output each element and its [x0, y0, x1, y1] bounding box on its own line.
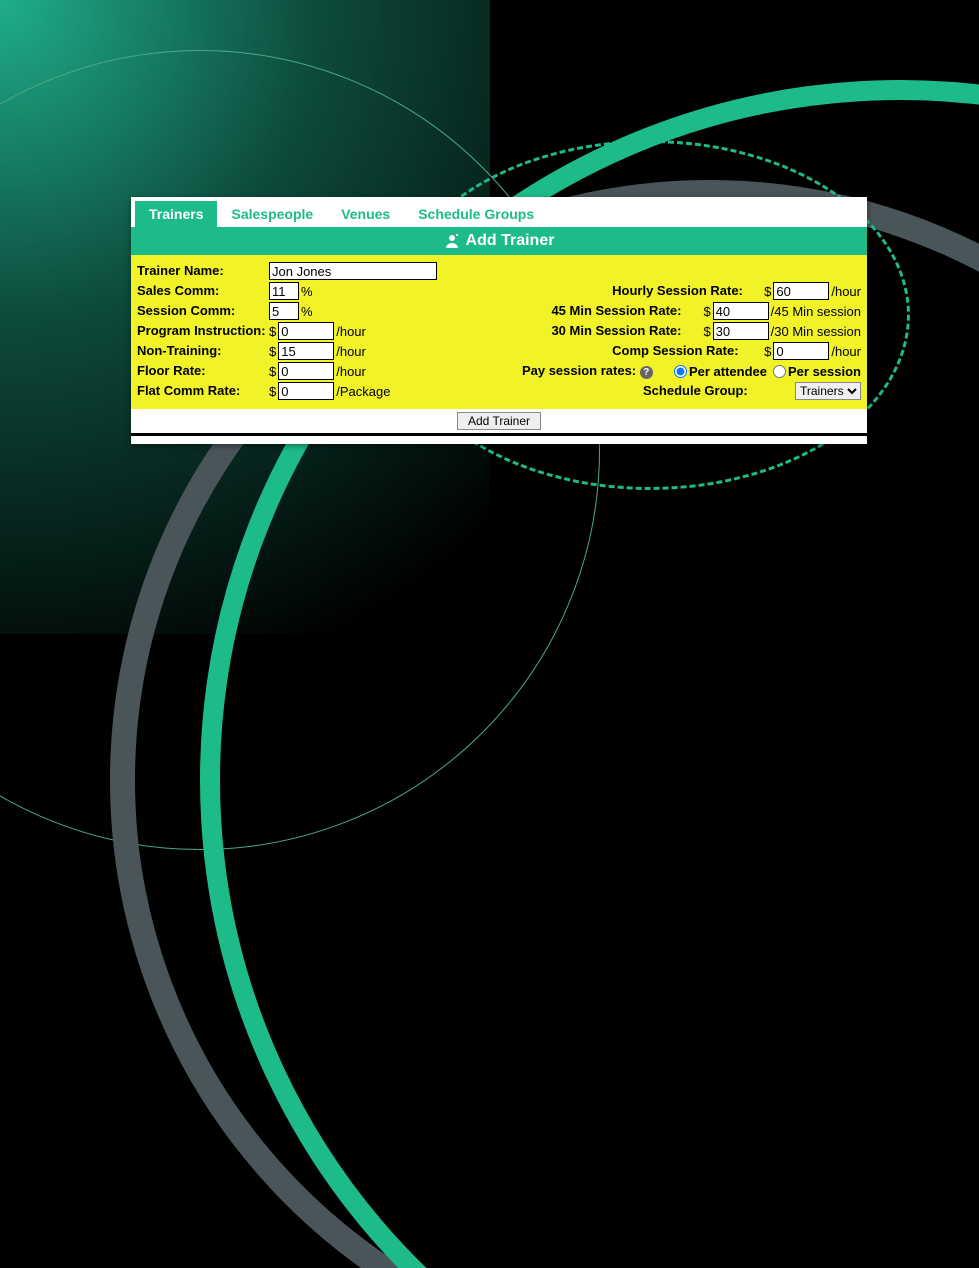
floor-rate-input[interactable] [278, 362, 334, 380]
add-trainer-panel: Trainers Salespeople Venues Schedule Gro… [131, 197, 867, 444]
tab-trainers[interactable]: Trainers [135, 201, 217, 227]
comp-rate-prefix: $ [764, 344, 771, 359]
program-instr-unit: /hour [336, 324, 366, 339]
tab-venues[interactable]: Venues [327, 201, 404, 227]
min45-rate-label: 45 Min Session Rate: [551, 301, 703, 321]
min30-rate-unit: /30 Min session [771, 324, 861, 339]
flat-comm-unit: /Package [336, 384, 390, 399]
hourly-rate-input[interactable] [773, 282, 829, 300]
sales-comm-input[interactable] [269, 282, 299, 300]
section-title: Add Trainer [466, 232, 555, 250]
min45-rate-unit: /45 Min session [771, 304, 861, 319]
trainer-name-label: Trainer Name: [137, 261, 269, 281]
tab-schedule-groups[interactable]: Schedule Groups [404, 201, 548, 227]
tab-salespeople[interactable]: Salespeople [217, 201, 327, 227]
section-header: Add Trainer [131, 227, 867, 255]
min45-rate-input[interactable] [713, 302, 769, 320]
form-area: Trainer Name: Sales Comm: % Hourly Sessi… [131, 255, 867, 409]
non-training-input[interactable] [278, 342, 334, 360]
sales-comm-label: Sales Comm: [137, 281, 269, 301]
pay-rates-label: Pay session rates: ? [522, 361, 674, 381]
program-instr-label: Program Instruction: [137, 321, 269, 341]
comp-rate-label: Comp Session Rate: [612, 341, 764, 361]
per-session-label: Per session [788, 364, 861, 379]
non-training-label: Non-Training: [137, 341, 269, 361]
trainer-name-input[interactable] [269, 262, 437, 280]
min30-rate-prefix: $ [703, 324, 710, 339]
per-attendee-label: Per attendee [689, 364, 767, 379]
program-instr-input[interactable] [278, 322, 334, 340]
comp-rate-unit: /hour [831, 344, 861, 359]
bottom-strip [131, 436, 867, 444]
flat-comm-label: Flat Comm Rate: [137, 381, 269, 401]
non-training-unit: /hour [336, 344, 366, 359]
help-icon[interactable]: ? [640, 366, 653, 379]
session-comm-input[interactable] [269, 302, 299, 320]
floor-rate-prefix: $ [269, 364, 276, 379]
per-session-radio[interactable] [773, 365, 786, 378]
session-comm-label: Session Comm: [137, 301, 269, 321]
flat-comm-input[interactable] [278, 382, 334, 400]
flat-comm-prefix: $ [269, 384, 276, 399]
per-attendee-radio[interactable] [674, 365, 687, 378]
add-trainer-button[interactable]: Add Trainer [457, 412, 541, 430]
min30-rate-input[interactable] [713, 322, 769, 340]
min30-rate-label: 30 Min Session Rate: [551, 321, 703, 341]
sales-comm-unit: % [301, 284, 313, 299]
session-comm-unit: % [301, 304, 313, 319]
program-instr-prefix: $ [269, 324, 276, 339]
non-training-prefix: $ [269, 344, 276, 359]
sched-group-select[interactable]: Trainers [795, 382, 861, 400]
sched-group-label: Schedule Group: [643, 381, 795, 401]
person-add-icon [444, 233, 460, 249]
footer-bar: Add Trainer [131, 409, 867, 433]
comp-rate-input[interactable] [773, 342, 829, 360]
tabs-row: Trainers Salespeople Venues Schedule Gro… [131, 197, 867, 227]
floor-rate-unit: /hour [336, 364, 366, 379]
hourly-rate-unit: /hour [831, 284, 861, 299]
min45-rate-prefix: $ [703, 304, 710, 319]
hourly-rate-label: Hourly Session Rate: [612, 281, 764, 301]
floor-rate-label: Floor Rate: [137, 361, 269, 381]
hourly-rate-prefix: $ [764, 284, 771, 299]
